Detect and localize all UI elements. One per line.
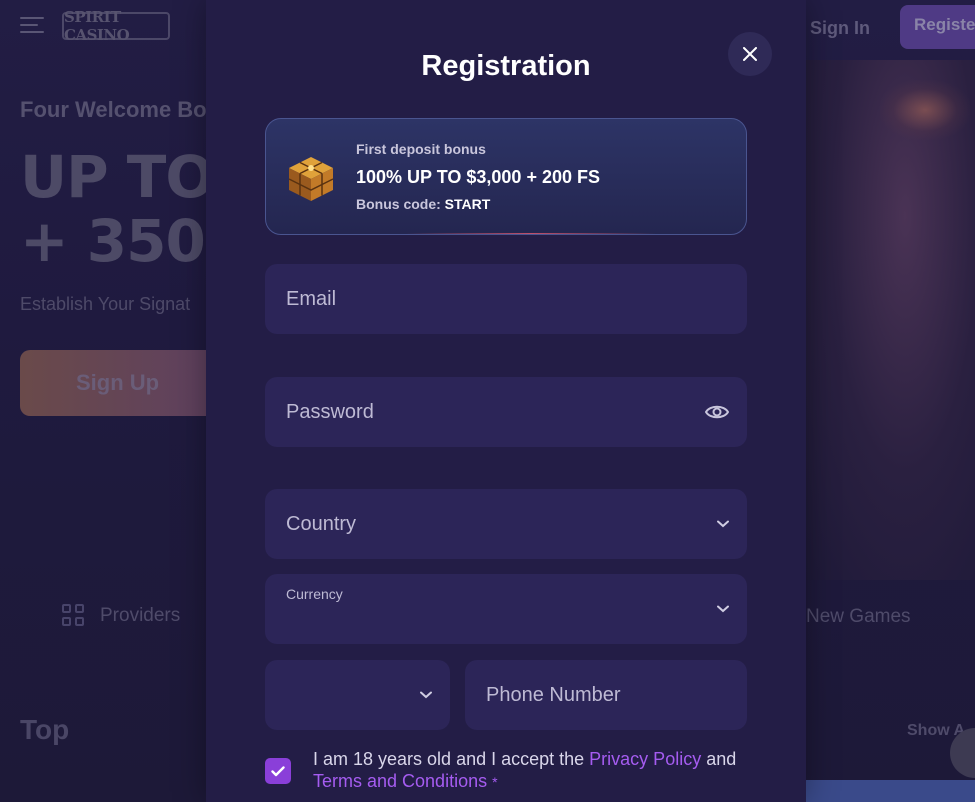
currency-label: Currency <box>286 586 343 602</box>
treasure-cube-icon <box>288 157 334 201</box>
eye-icon <box>705 405 729 419</box>
email-field[interactable] <box>265 264 747 334</box>
country-placeholder: Country <box>286 513 357 535</box>
bonus-code-prefix: Bonus code: <box>356 196 441 212</box>
bonus-code: Bonus code: START <box>356 196 490 212</box>
grid-icon <box>62 604 86 628</box>
email-field-container <box>265 264 747 334</box>
registration-modal: Registration First deposit bonus 100% UP… <box>206 0 806 802</box>
register-top-button[interactable]: Register <box>900 5 975 49</box>
hero-title-line1: UP TO <box>20 143 215 211</box>
section-top-title: Top <box>20 714 70 745</box>
nav-new-games[interactable]: New Games <box>806 606 911 628</box>
chevron-down-icon <box>420 691 432 699</box>
checkmark-icon <box>271 765 285 776</box>
consent-text-before: I am 18 years old and I accept the <box>313 749 590 769</box>
game-thumbnail-strip <box>806 780 975 802</box>
close-button[interactable] <box>728 32 772 76</box>
close-icon <box>743 47 757 61</box>
bonus-label: First deposit bonus <box>356 141 486 157</box>
consent-text-middle: and <box>701 749 737 769</box>
nav-providers[interactable]: Providers <box>62 604 180 628</box>
bonus-code-value: START <box>444 196 491 212</box>
chevron-down-icon <box>717 520 729 528</box>
chevron-down-icon <box>717 605 729 613</box>
nav-providers-label: Providers <box>100 605 181 626</box>
bonus-headline: 100% UP TO $3,000 + 200 FS <box>356 167 600 187</box>
phone-code-select[interactable] <box>265 660 450 730</box>
modal-title: Registration <box>421 50 591 82</box>
required-mark: * <box>492 774 498 790</box>
age-consent-checkbox[interactable] <box>265 758 291 784</box>
hero-description: Establish Your Signat <box>20 294 191 314</box>
hero-sign-up-button[interactable]: Sign Up <box>20 350 220 416</box>
phone-number-field[interactable] <box>465 660 747 730</box>
password-field[interactable] <box>265 377 747 447</box>
password-toggle-button[interactable] <box>705 403 729 421</box>
hero-subtitle: Four Welcome Bo <box>20 97 207 122</box>
hamburger-menu-icon[interactable] <box>20 17 44 35</box>
phone-field-container <box>465 660 747 730</box>
consent-row: I am 18 years old and I accept the Priva… <box>265 748 747 798</box>
country-select[interactable]: Country <box>265 489 747 559</box>
password-field-container <box>265 377 747 447</box>
bonus-card[interactable]: First deposit bonus 100% UP TO $3,000 + … <box>265 118 747 235</box>
brand-logo[interactable]: SPIRIT CASINO <box>62 8 170 44</box>
sign-in-link[interactable]: Sign In <box>810 18 870 39</box>
consent-text: I am 18 years old and I accept the Priva… <box>313 748 743 793</box>
currency-select[interactable]: Currency <box>265 574 747 644</box>
privacy-policy-link[interactable]: Privacy Policy <box>589 749 701 769</box>
hero-title: UP TO + 350 <box>20 143 215 275</box>
hero-title-line2: + 350 <box>20 207 206 275</box>
terms-link[interactable]: Terms and Conditions <box>313 771 487 791</box>
chandelier-glow <box>880 80 970 140</box>
